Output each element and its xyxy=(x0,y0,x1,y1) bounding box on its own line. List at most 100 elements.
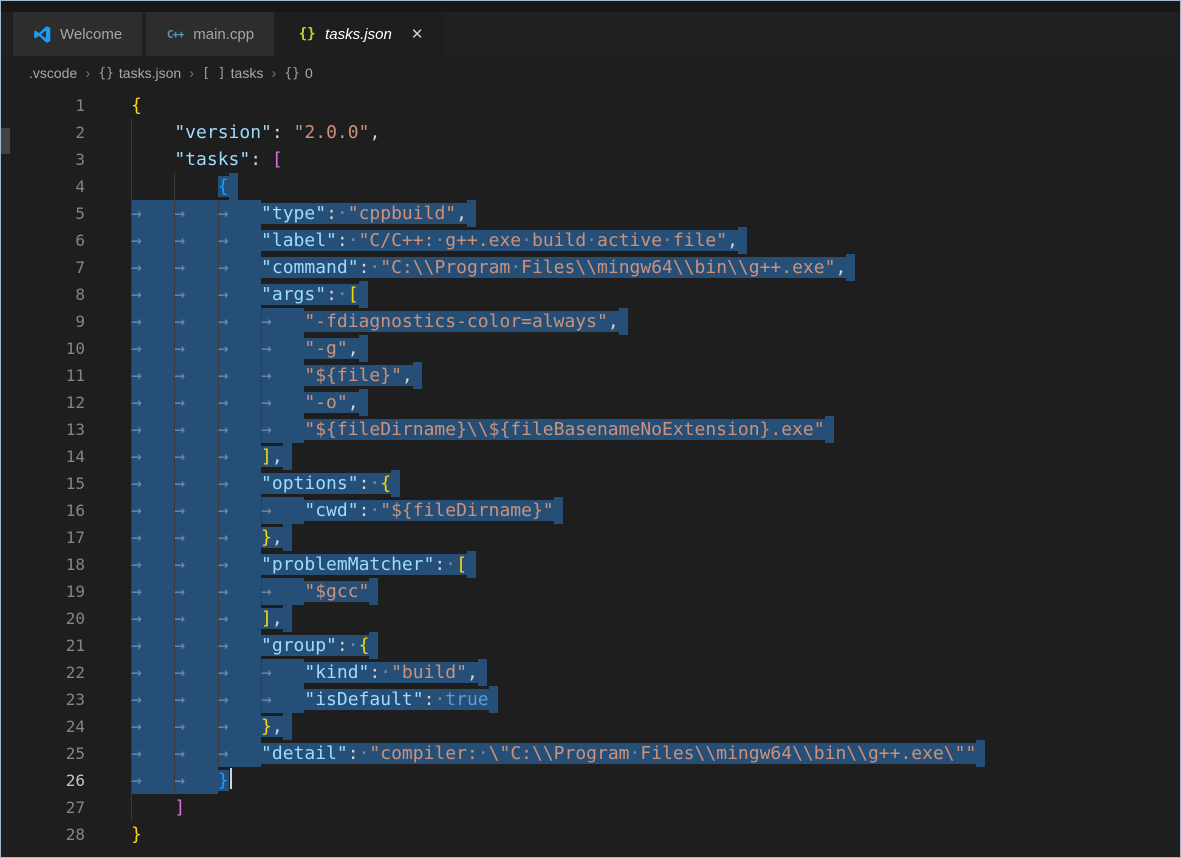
code-token: · xyxy=(336,203,348,224)
code-line[interactable]: 7 → → → "command":·"C:\\Program·Files\\mingw… xyxy=(1,254,1180,281)
code-token: · xyxy=(369,473,381,494)
line-number[interactable]: 10 xyxy=(1,335,85,362)
line-number[interactable]: 23 xyxy=(1,686,85,713)
indent-whitespace: → xyxy=(131,794,174,821)
code-line[interactable]: 1{ xyxy=(1,92,1180,119)
symbol-icon: {} xyxy=(284,65,300,81)
code-token: , xyxy=(466,662,478,683)
line-number[interactable]: 18 xyxy=(1,551,85,578)
code-line[interactable]: 18 → → → "problemMatcher":·[ xyxy=(1,551,1180,578)
code-token: "options" xyxy=(261,473,359,494)
code-line[interactable]: 5 → → → "type":·"cppbuild", xyxy=(1,200,1180,227)
line-number[interactable]: 13 xyxy=(1,416,85,443)
code-text: →"version": "2.0.0", xyxy=(85,119,380,146)
code-line[interactable]: 19 → → → → "$gcc" xyxy=(1,578,1180,605)
close-icon[interactable]: ✕ xyxy=(411,25,424,43)
code-line[interactable]: 13 → → → → "${fileDirname}\\${fileBasenameNoE… xyxy=(1,416,1180,443)
code-line[interactable]: 3→"tasks": [ xyxy=(1,146,1180,173)
code-token: "args" xyxy=(261,284,327,305)
tab-tasks-json[interactable]: {} tasks.json ✕ xyxy=(278,12,444,56)
code-token: "type" xyxy=(261,203,327,224)
breadcrumb-item[interactable]: [ ] tasks xyxy=(202,65,263,81)
code-token: , xyxy=(347,338,359,359)
code-line[interactable]: 14 → → →], xyxy=(1,443,1180,470)
code-line[interactable]: 6 → → → "label":·"C/C++:·g++.exe·build·activ… xyxy=(1,227,1180,254)
code-line[interactable]: 16 → → → → "cwd":·"${fileDirname}" xyxy=(1,497,1180,524)
tab-main-cpp[interactable]: C++ main.cpp xyxy=(146,12,275,56)
whitespace-dot: · xyxy=(336,203,348,224)
line-number[interactable]: 27 xyxy=(1,794,85,821)
line-number[interactable]: 7 xyxy=(1,254,85,281)
code-line[interactable]: 25 → → → "detail":·"compiler:·\"C:\\Program·… xyxy=(1,740,1180,767)
code-line[interactable]: 27 →] xyxy=(1,794,1180,821)
code-line[interactable]: 28} xyxy=(1,821,1180,848)
breadcrumb-item[interactable]: {} tasks.json xyxy=(98,65,181,81)
code-line[interactable]: 11 → → → → "${file}", xyxy=(1,362,1180,389)
whitespace-dot: · xyxy=(629,743,641,764)
code-line[interactable]: 10 → → → → "-g", xyxy=(1,335,1180,362)
line-number[interactable]: 15 xyxy=(1,470,85,497)
code-line[interactable]: 26 → →} xyxy=(1,767,1180,794)
line-number[interactable]: 11 xyxy=(1,362,85,389)
whitespace-dot: · xyxy=(336,284,348,305)
line-number[interactable]: 12 xyxy=(1,389,85,416)
line-number[interactable]: 9 xyxy=(1,308,85,335)
line-number[interactable]: 17 xyxy=(1,524,85,551)
text-cursor xyxy=(229,768,232,789)
left-edge-scrollbar-thumb[interactable] xyxy=(1,128,10,154)
code-line[interactable]: 24 → → →}, xyxy=(1,713,1180,740)
code-line[interactable]: 9 → → → → "-fdiagnostics-color=always", xyxy=(1,308,1180,335)
code-line[interactable]: 23 → → → → "isDefault":·true xyxy=(1,686,1180,713)
indent-whitespace: → xyxy=(261,362,305,389)
code-token: , xyxy=(271,446,283,467)
indent-whitespace: → xyxy=(261,578,305,605)
line-number[interactable]: 1 xyxy=(1,92,85,119)
indent-whitespace: → xyxy=(217,470,262,497)
whitespace-dot: · xyxy=(380,662,392,683)
whitespace-dot: · xyxy=(586,230,598,251)
selected-newline xyxy=(412,362,422,389)
code-line[interactable]: 21 → → → "group":·{ xyxy=(1,632,1180,659)
tab-welcome[interactable]: Welcome xyxy=(13,12,143,56)
indent-whitespace: → xyxy=(174,173,217,200)
line-number[interactable]: 4 xyxy=(1,173,85,200)
code-line[interactable]: 17 → → →}, xyxy=(1,524,1180,551)
line-number[interactable]: 14 xyxy=(1,443,85,470)
indent-whitespace: → xyxy=(174,605,218,632)
code-line[interactable]: 15 → → → "options":·{ xyxy=(1,470,1180,497)
breadcrumb-item[interactable]: .vscode xyxy=(29,65,77,81)
indent-whitespace: → xyxy=(217,713,262,740)
breadcrumb-item[interactable]: {} 0 xyxy=(284,65,312,81)
line-number[interactable]: 19 xyxy=(1,578,85,605)
code-line[interactable]: 12 → → → → "-o", xyxy=(1,389,1180,416)
code-line[interactable]: 2→"version": "2.0.0", xyxy=(1,119,1180,146)
code-text: → → → → "${file}", xyxy=(85,362,422,389)
code-token: "problemMatcher" xyxy=(261,554,435,575)
line-number[interactable]: 6 xyxy=(1,227,85,254)
line-number[interactable]: 25 xyxy=(1,740,85,767)
line-number[interactable]: 28 xyxy=(1,821,85,848)
line-number[interactable]: 3 xyxy=(1,146,85,173)
indent-whitespace: → xyxy=(131,740,175,767)
indent-whitespace: → xyxy=(217,659,262,686)
code-line[interactable]: 8 → → → "args":·[ xyxy=(1,281,1180,308)
breadcrumb: .vscode ›{} tasks.json ›[ ] tasks ›{} 0 xyxy=(1,56,1180,90)
editor[interactable]: 1{2→"version": "2.0.0",3→"tasks": [4→→{5… xyxy=(1,90,1180,848)
line-number[interactable]: 16 xyxy=(1,497,85,524)
code-line[interactable]: 4→→{ xyxy=(1,173,1180,200)
code-text: → →} xyxy=(85,767,232,794)
line-number[interactable]: 20 xyxy=(1,605,85,632)
line-number[interactable]: 26 xyxy=(1,767,85,794)
line-number[interactable]: 21 xyxy=(1,632,85,659)
line-number[interactable]: 8 xyxy=(1,281,85,308)
code-line[interactable]: 20 → → →], xyxy=(1,605,1180,632)
line-number[interactable]: 5 xyxy=(1,200,85,227)
code-token: } xyxy=(261,716,272,737)
line-number[interactable]: 2 xyxy=(1,119,85,146)
code-token: : xyxy=(336,635,348,656)
indent-whitespace: → xyxy=(217,389,262,416)
code-token: ] xyxy=(174,797,186,818)
code-line[interactable]: 22 → → → → "kind":·"build", xyxy=(1,659,1180,686)
line-number[interactable]: 22 xyxy=(1,659,85,686)
line-number[interactable]: 24 xyxy=(1,713,85,740)
